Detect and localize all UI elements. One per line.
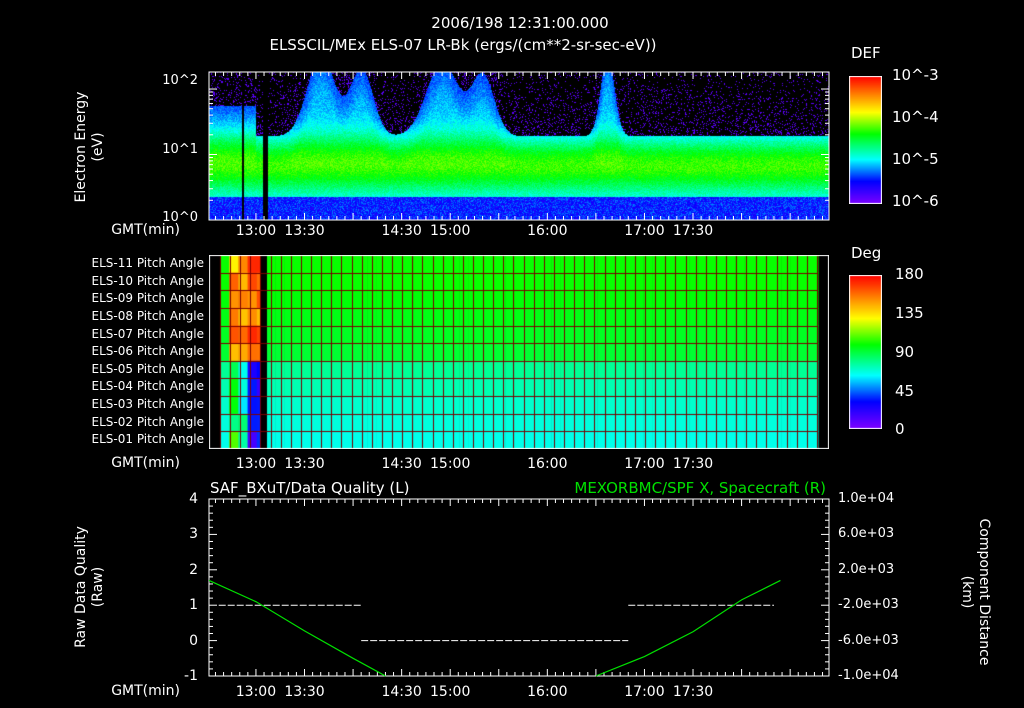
ytick-right-label: -2.0e+03 bbox=[838, 597, 899, 613]
ytick-left-label: 0 bbox=[189, 632, 198, 649]
ytick-left-label: 2 bbox=[189, 561, 198, 578]
ytick-right-label: -1.0e+04 bbox=[838, 668, 899, 683]
ytick-right-label: 6.0e+03 bbox=[838, 526, 895, 542]
ytick-right-label: 1.0e+04 bbox=[838, 491, 895, 506]
spf-x-curve bbox=[208, 579, 386, 677]
ytick-left-label: 3 bbox=[189, 526, 198, 543]
ytick-left-label: -1 bbox=[184, 668, 198, 684]
ytick-left-label: 1 bbox=[189, 597, 198, 614]
plot-window: 2006/198 12:31:00.000 ELSSCIL/MEx ELS-07… bbox=[0, 0, 1024, 708]
gmt-axis-label: GMT(min) bbox=[111, 683, 180, 699]
xtick-label: 17:30 bbox=[672, 684, 714, 700]
spf-x-curve bbox=[595, 579, 781, 677]
ytick-right-label: -6.0e+03 bbox=[838, 632, 899, 648]
xtick-label: 17:00 bbox=[624, 684, 665, 700]
xtick-label: 14:30 bbox=[381, 684, 422, 700]
ytick-right-label: 2.0e+03 bbox=[838, 561, 895, 577]
xtick-label: 13:30 bbox=[284, 684, 325, 700]
xtick-label: 16:00 bbox=[527, 684, 568, 700]
xtick-label: 13:00 bbox=[235, 684, 277, 700]
ytick-left-label: 4 bbox=[189, 491, 198, 507]
xtick-label: 15:00 bbox=[430, 684, 471, 700]
plot-frame bbox=[208, 498, 830, 677]
